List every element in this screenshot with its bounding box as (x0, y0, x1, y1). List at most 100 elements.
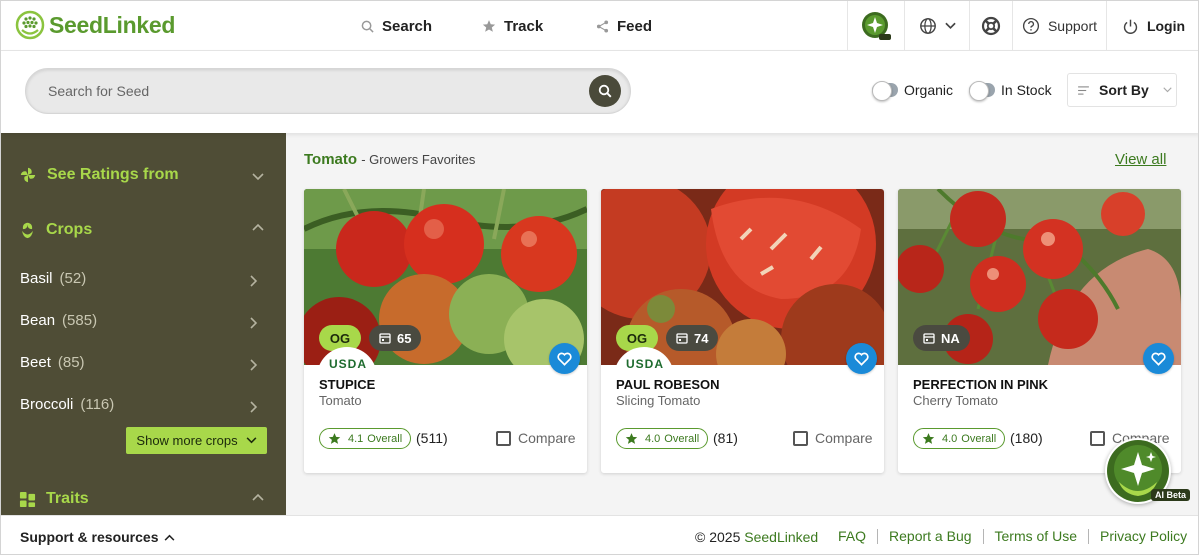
rating-label: Overall (367, 432, 403, 445)
sidebar-item-broccoli[interactable]: Broccoli (116) (20, 396, 114, 413)
sort-by-dropdown[interactable]: Sort By (1067, 73, 1177, 107)
question-icon (1022, 17, 1040, 35)
variety-type: Cherry Tomato (913, 393, 999, 408)
variety-card[interactable]: OG 74 USDA PAUL ROBESON Slicing Tomato 4… (601, 189, 884, 473)
chevron-right-icon[interactable] (250, 317, 258, 329)
variety-card[interactable]: OG 65 USDA STUPICE Tomato 4.1 Overall (5… (304, 189, 587, 473)
main-content: Tomato - Growers Favorites View all OG 6… (286, 133, 1198, 515)
help-wheel-button[interactable] (969, 1, 1012, 51)
calendar-icon (923, 333, 935, 344)
favorite-button[interactable] (1143, 343, 1174, 374)
rating-label: Overall (961, 432, 997, 445)
see-ratings-from-header[interactable]: See Ratings from (19, 166, 179, 184)
chevron-right-icon[interactable] (250, 359, 258, 371)
traits-header[interactable]: Traits (19, 490, 89, 508)
traits-label: Traits (46, 490, 89, 507)
show-more-label: Show more crops (136, 433, 238, 448)
support-resources-toggle[interactable]: Support & resources (20, 529, 175, 545)
crop-count: (85) (57, 354, 85, 371)
sidebar-item-beet[interactable]: Beet (85) (20, 354, 85, 371)
crop-count: (585) (62, 312, 98, 329)
calendar-icon (379, 333, 391, 344)
language-selector[interactable] (904, 1, 969, 51)
days-to-maturity-badge: 74 (666, 325, 719, 351)
chevron-down-icon (246, 437, 257, 444)
rating-label: Overall (664, 432, 700, 445)
crop-name: Broccoli (20, 396, 74, 413)
sidebar-item-basil[interactable]: Basil (52) (20, 270, 86, 287)
rating-value: 4.0 (942, 432, 958, 445)
copyright-prefix: © 2025 (695, 529, 741, 545)
support-link[interactable]: Support (1012, 1, 1106, 51)
seed-search-box (25, 68, 631, 114)
chevron-down-icon[interactable] (252, 173, 264, 181)
review-count: (180) (1010, 430, 1043, 446)
footer-links: FAQ Report a Bug Terms of Use Privacy Po… (827, 529, 1198, 544)
chevron-right-icon[interactable] (250, 401, 258, 413)
nav-search-label: Search (382, 17, 433, 35)
nav-feed[interactable]: Feed (596, 1, 652, 51)
variety-name[interactable]: PERFECTION IN PINK (913, 377, 1048, 392)
chevron-right-icon[interactable] (250, 275, 258, 287)
search-submit-button[interactable] (589, 75, 621, 107)
seed-search-input[interactable] (48, 69, 588, 113)
chevron-down-icon (944, 22, 956, 30)
star-icon (328, 433, 341, 444)
checkbox[interactable] (793, 430, 808, 446)
show-more-crops-button[interactable]: Show more crops (126, 427, 267, 454)
favorite-button[interactable] (846, 343, 877, 374)
organic-label: Organic (904, 82, 954, 98)
sidebar-item-bean[interactable]: Bean (585) (20, 312, 97, 329)
nav-search[interactable]: Search (361, 1, 432, 51)
overall-rating-badge: 4.1 Overall (319, 428, 412, 449)
chevron-up-icon[interactable] (252, 493, 264, 501)
compare-checkbox[interactable]: Compare (496, 430, 576, 446)
days-to-maturity-badge: 65 (369, 325, 422, 351)
report-bug-link[interactable]: Report a Bug (877, 529, 983, 544)
faq-link[interactable]: FAQ (827, 529, 877, 544)
days-value: 65 (397, 330, 412, 346)
footer: Support & resources © 2025 SeedLinked FA… (1, 515, 1198, 554)
support-resources-label: Support & resources (20, 529, 159, 545)
checkbox[interactable] (1090, 430, 1105, 446)
nav-track-label: Track (504, 17, 544, 35)
ai-assistant-button[interactable] (847, 1, 904, 51)
crop-name: Basil (20, 270, 53, 287)
lifebuoy-icon (981, 16, 1001, 36)
overall-rating-badge: 4.0 Overall (616, 428, 709, 449)
crops-header[interactable]: Crops (19, 221, 92, 239)
crop-count: (116) (80, 396, 115, 413)
variety-type: Slicing Tomato (616, 393, 701, 408)
checkbox[interactable] (496, 430, 511, 446)
view-all-link[interactable]: View all (1115, 151, 1166, 168)
organic-toggle[interactable] (872, 81, 898, 101)
ai-beta-label: AI Beta (1151, 489, 1191, 501)
compare-label: Compare (815, 430, 873, 446)
in-stock-toggle[interactable] (969, 81, 995, 101)
favorite-button[interactable] (549, 343, 580, 374)
compare-checkbox[interactable]: Compare (793, 430, 873, 446)
chevron-down-icon (1163, 87, 1172, 93)
crops-label: Crops (46, 221, 93, 238)
chevron-up-icon (165, 534, 175, 541)
nav-track[interactable]: Track (482, 1, 543, 51)
rating-value: 4.0 (645, 432, 661, 445)
star-icon (922, 433, 935, 444)
logo[interactable]: SeedLinked (15, 10, 175, 40)
variety-name[interactable]: PAUL ROBESON (616, 377, 720, 392)
variety-name[interactable]: STUPICE (319, 377, 375, 392)
sort-lines-icon (1078, 85, 1089, 95)
crop-name: Beet (20, 354, 51, 371)
globe-icon (919, 18, 936, 34)
login-button[interactable]: Login (1106, 1, 1198, 51)
copyright-brand[interactable]: SeedLinked (744, 529, 818, 545)
terms-of-use-link[interactable]: Terms of Use (982, 529, 1088, 544)
nav-feed-label: Feed (617, 17, 653, 35)
variety-card[interactable]: NA PERFECTION IN PINK Cherry Tomato 4.0 … (898, 189, 1181, 473)
calendar-icon (676, 333, 688, 344)
rating-value: 4.1 (348, 432, 364, 445)
crop-name: Bean (20, 312, 56, 329)
in-stock-label: In Stock (1001, 82, 1052, 98)
chevron-up-icon[interactable] (252, 223, 264, 231)
privacy-policy-link[interactable]: Privacy Policy (1087, 529, 1198, 544)
